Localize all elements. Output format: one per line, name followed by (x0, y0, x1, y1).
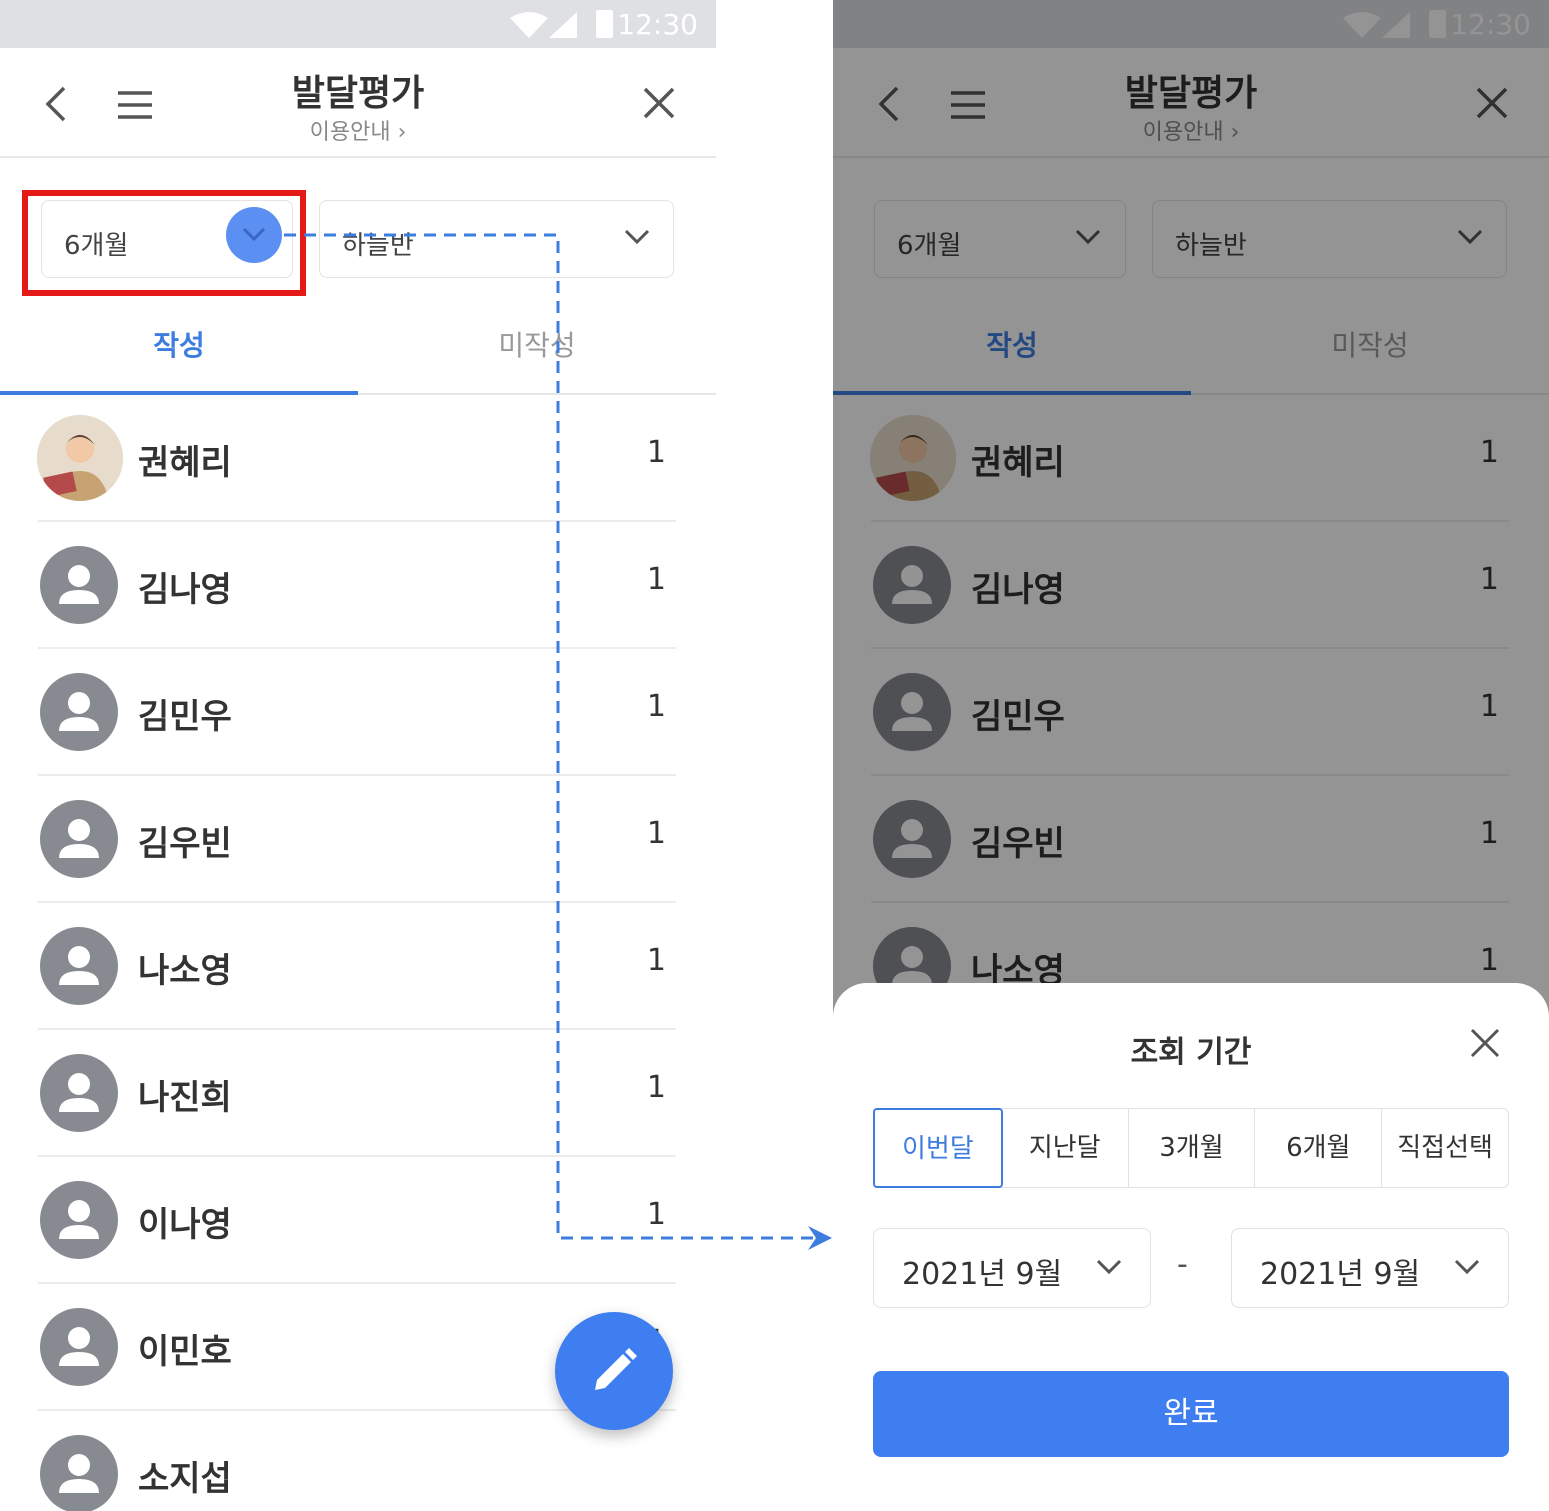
tab-bar: 작성 미작성 (0, 305, 716, 395)
record-count: 1 (646, 689, 666, 724)
chevron-down-icon (1454, 1259, 1480, 1275)
record-count: 1 (646, 816, 666, 851)
person-icon (59, 565, 99, 604)
person-icon (59, 1073, 99, 1112)
record-count: 1 (646, 1070, 666, 1105)
avatar (40, 1181, 118, 1259)
person-icon (59, 946, 99, 985)
pencil-icon (595, 1348, 637, 1390)
signal-icon (549, 12, 577, 38)
date-to-select[interactable]: 2021년 9월 (1231, 1228, 1509, 1308)
list-item[interactable]: 나진희 1 (0, 1030, 716, 1157)
avatar (40, 546, 118, 624)
record-count: 1 (646, 1197, 666, 1232)
chevron-right-icon: › (397, 120, 407, 145)
period-options: 이번달 지난달 3개월 6개월 직접선택 (873, 1108, 1509, 1188)
list-item[interactable]: 김민우 1 (0, 649, 716, 776)
page-title: 발달평가 (291, 73, 425, 114)
person-icon (59, 1454, 99, 1493)
chevron-down-icon (1096, 1259, 1122, 1275)
date-separator: - (1177, 1247, 1188, 1282)
guide-link-label: 이용안내 (309, 120, 391, 145)
list-item[interactable]: 김우빈 1 (0, 776, 716, 903)
close-icon[interactable] (1469, 1027, 1501, 1059)
battery-icon (596, 10, 613, 38)
record-count: 1 (646, 435, 666, 470)
avatar (37, 415, 123, 501)
option-3-months[interactable]: 3개월 (1129, 1109, 1256, 1187)
class-select[interactable]: 하늘반 (319, 200, 674, 278)
tab-unwritten[interactable]: 미작성 (358, 305, 716, 395)
screen-with-sheet: 12:30 발달평가 이용안내 › 6개월 하늘반 작성 미작성 권혜리 1 김나영… (833, 0, 1549, 1511)
app-bar: 발달평가 이용안내 › (0, 48, 716, 158)
student-name: 나소영 (138, 951, 232, 991)
write-fab[interactable] (555, 1312, 673, 1430)
student-name: 권혜리 (138, 443, 232, 483)
list-item[interactable]: 김나영 1 (0, 522, 716, 649)
option-this-month[interactable]: 이번달 (873, 1108, 1003, 1188)
status-bar: 12:30 (0, 0, 716, 48)
avatar (40, 800, 118, 878)
screen-main: 12:30 발달평가 이용안내 › 6개월 하늘반 작성 미작성 권혜리 1 김나영… (0, 0, 716, 1511)
tap-indicator (226, 207, 282, 263)
date-from-select[interactable]: 2021년 9월 (873, 1228, 1151, 1308)
option-6-months[interactable]: 6개월 (1255, 1109, 1383, 1187)
date-to-value: 2021년 9월 (1260, 1257, 1421, 1292)
avatar (40, 1054, 118, 1132)
avatar (40, 1308, 118, 1386)
avatar (40, 673, 118, 751)
record-count: 1 (646, 943, 666, 978)
chevron-down-icon (624, 229, 650, 245)
guide-link[interactable]: 이용안내 › (0, 114, 716, 146)
class-select-value: 하늘반 (342, 231, 414, 261)
chevron-down-icon (242, 227, 266, 241)
list-item[interactable]: 이나영 1 (0, 1157, 716, 1284)
student-name: 김우빈 (138, 824, 232, 864)
student-name: 김나영 (138, 570, 232, 610)
student-name: 소지섭 (138, 1459, 232, 1499)
student-name: 나진희 (138, 1078, 232, 1118)
avatar (40, 927, 118, 1005)
status-time: 12:30 (617, 8, 698, 41)
person-icon (59, 1327, 99, 1366)
record-count: 1 (646, 562, 666, 597)
wifi-icon (510, 12, 548, 38)
done-button[interactable]: 완료 (873, 1371, 1509, 1457)
list-item[interactable]: 권혜리 1 (0, 395, 716, 522)
option-custom[interactable]: 직접선택 (1382, 1109, 1508, 1187)
person-icon (59, 692, 99, 731)
student-name: 이나영 (138, 1205, 232, 1245)
list-item[interactable]: 나소영 1 (0, 903, 716, 1030)
person-icon (59, 1200, 99, 1239)
date-from-value: 2021년 9월 (902, 1257, 1063, 1292)
option-last-month[interactable]: 지난달 (1002, 1109, 1129, 1187)
sheet-title: 조회 기간 (1130, 1035, 1252, 1070)
student-name: 김민우 (138, 697, 232, 737)
person-icon (59, 819, 99, 858)
profile-photo (37, 415, 123, 501)
student-name: 이민호 (138, 1332, 232, 1372)
close-icon[interactable] (642, 86, 676, 120)
tab-written[interactable]: 작성 (0, 305, 358, 395)
period-bottom-sheet: 조회 기간 이번달 지난달 3개월 6개월 직접선택 2021년 9월 - 20… (833, 983, 1549, 1511)
avatar (40, 1435, 118, 1511)
